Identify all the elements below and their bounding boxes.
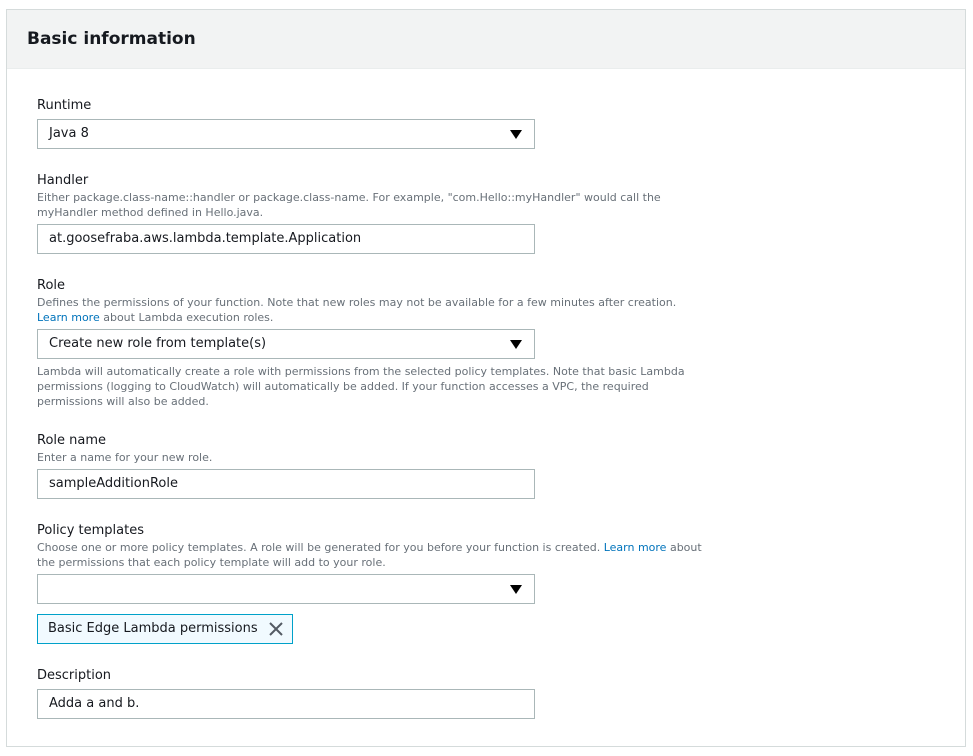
handler-description: Either package.class-name::handler or pa… (37, 191, 661, 219)
runtime-select[interactable]: Java 8 (37, 119, 535, 149)
role-name-input[interactable]: sampleAdditionRole (37, 469, 535, 499)
close-icon[interactable] (268, 621, 284, 637)
role-name-input-value: sampleAdditionRole (49, 476, 178, 491)
runtime-label: Runtime (37, 98, 92, 113)
policy-templates-description: Choose one or more policy templates. A r… (37, 540, 702, 570)
basic-information-panel: Basic information Runtime Java 8 Handler… (6, 9, 966, 747)
runtime-field: Runtime (37, 97, 91, 115)
role-name-description: Enter a name for your new role. (37, 451, 213, 464)
policy-template-token: Basic Edge Lambda permissions (37, 614, 293, 644)
policy-templates-description-text: Choose one or more policy templates. A r… (37, 541, 604, 554)
role-label: Role (37, 278, 66, 293)
role-select[interactable]: Create new role from template(s) (37, 329, 535, 359)
policy-templates-field: Policy templates Choose one or more poli… (37, 522, 702, 570)
role-field: Role Defines the permissions of your fun… (37, 277, 702, 325)
description-field: Description (37, 667, 111, 685)
description-input[interactable]: Adda a and b. (37, 689, 535, 719)
caret-down-icon (510, 585, 522, 594)
role-select-value: Create new role from template(s) (49, 336, 267, 351)
role-description-text-after: about Lambda execution roles. (99, 311, 274, 324)
policy-templates-select[interactable] (37, 574, 535, 604)
panel-header: Basic information (7, 10, 965, 69)
handler-input-value: at.goosefraba.aws.lambda.template.Applic… (49, 231, 362, 246)
role-description-text: Defines the permissions of your function… (37, 296, 677, 309)
policy-templates-label: Policy templates (37, 523, 144, 538)
handler-label: Handler (37, 173, 89, 188)
handler-field: Handler Either package.class-name::handl… (37, 172, 702, 220)
role-help: Lambda will automatically create a role … (37, 364, 702, 409)
role-learn-more-link[interactable]: Learn more (37, 311, 100, 324)
policy-templates-learn-more-link[interactable]: Learn more (604, 541, 667, 554)
policy-template-token-label: Basic Edge Lambda permissions (48, 621, 258, 636)
caret-down-icon (510, 340, 522, 349)
panel-title: Basic information (27, 29, 196, 49)
role-name-label: Role name (37, 433, 107, 448)
role-help-text: Lambda will automatically create a role … (37, 365, 685, 408)
handler-input[interactable]: at.goosefraba.aws.lambda.template.Applic… (37, 224, 535, 254)
runtime-select-value: Java 8 (49, 126, 89, 141)
caret-down-icon (510, 130, 522, 139)
role-name-field: Role name Enter a name for your new role… (37, 432, 702, 465)
role-description: Defines the permissions of your function… (37, 295, 702, 325)
description-label: Description (37, 668, 112, 683)
description-input-value: Adda a and b. (49, 696, 140, 711)
